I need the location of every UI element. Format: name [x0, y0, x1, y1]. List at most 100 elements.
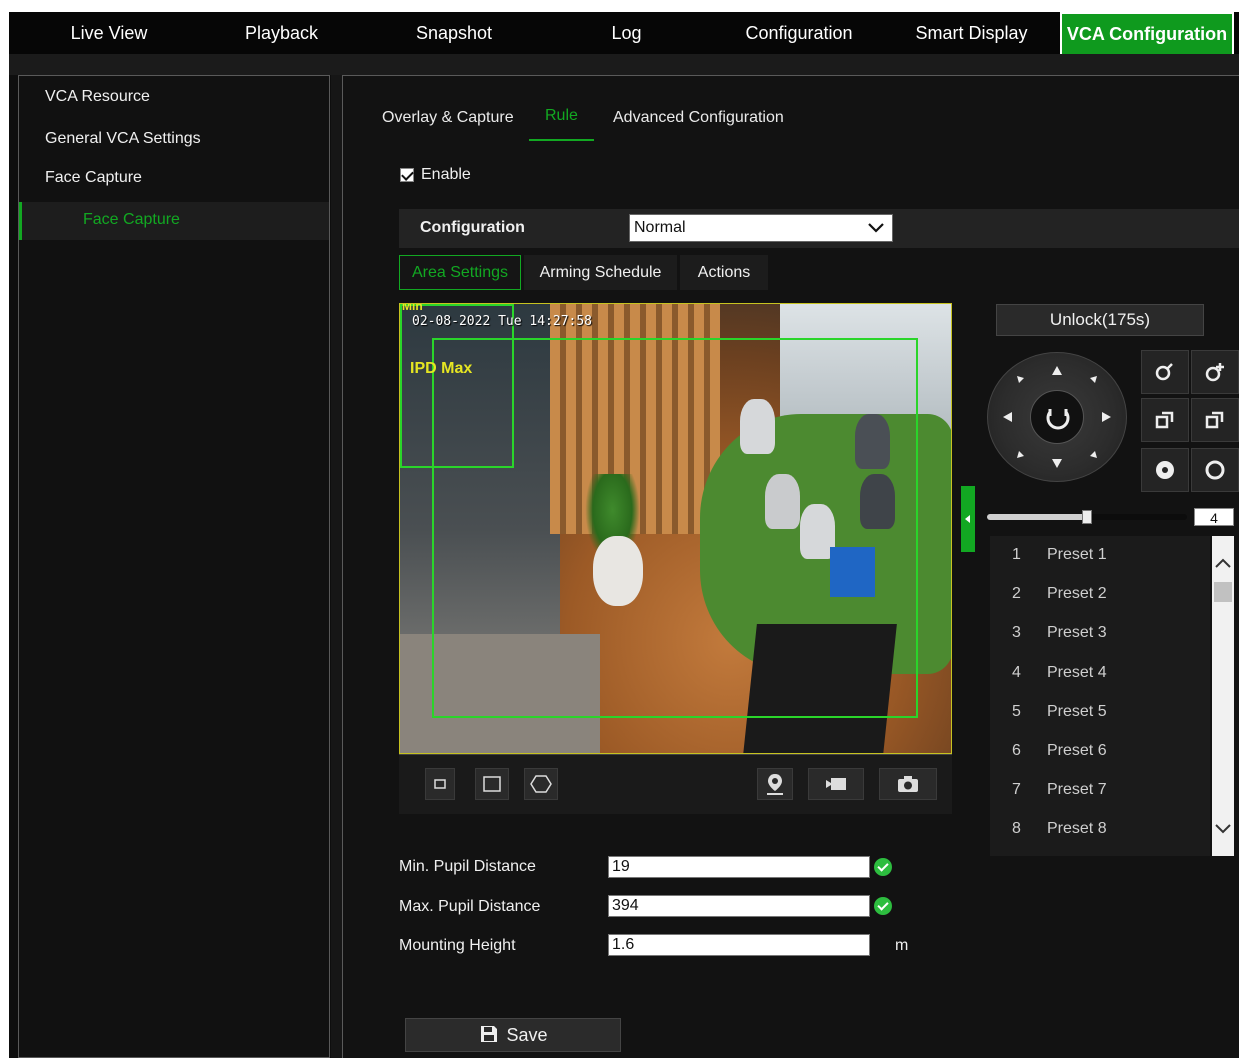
subtab-area-settings[interactable]: Area Settings: [399, 255, 521, 290]
nav-live-view[interactable]: Live View: [9, 12, 209, 54]
enable-label: Enable: [421, 166, 471, 183]
subtab-actions[interactable]: Actions: [680, 255, 768, 290]
enable-checkbox[interactable]: [400, 168, 414, 182]
preset-item[interactable]: 5 Preset 5: [990, 693, 1210, 731]
min-pupil-input[interactable]: 19: [608, 856, 870, 878]
preset-scrollbar-thumb[interactable]: [1214, 582, 1232, 602]
configuration-select-value: Normal: [634, 219, 686, 236]
preset-number: 1: [1012, 546, 1021, 563]
osd-timestamp: 02-08-2022 Tue 14:27:58: [412, 314, 593, 329]
min-pupil-label: Min. Pupil Distance: [399, 858, 536, 875]
rectangle-icon: [483, 776, 501, 792]
preset-name: Preset 5: [1047, 703, 1107, 720]
preset-name: Preset 2: [1047, 585, 1107, 602]
refresh-icon: [1046, 409, 1070, 430]
nav-configuration[interactable]: Configuration: [714, 12, 884, 54]
preset-number: 7: [1012, 781, 1021, 798]
configuration-select[interactable]: Normal: [629, 214, 893, 242]
draw-polygon-button[interactable]: [524, 768, 558, 800]
subtab-bar: Area Settings Arming Schedule Actions: [399, 255, 769, 290]
chevron-up-icon[interactable]: [1212, 552, 1234, 574]
ptz-speed-value: 4: [1194, 508, 1234, 526]
live-video[interactable]: Min IPD Max 02-08-2022 Tue 14:27:58: [399, 303, 952, 754]
sidebar-item-general-vca-settings[interactable]: General VCA Settings: [45, 130, 201, 148]
check-circle-icon: [874, 897, 892, 915]
preset-item[interactable]: 3 Preset 3: [990, 614, 1210, 652]
mounting-height-input[interactable]: 1.6: [608, 934, 870, 956]
focus-far-button[interactable]: [1191, 398, 1239, 442]
video-camera-icon: [826, 778, 846, 790]
preset-number: 2: [1012, 585, 1021, 602]
preset-item[interactable]: 7 Preset 7: [990, 771, 1210, 809]
mounting-height-label: Mounting Height: [399, 937, 516, 954]
sidebar-subitem-face-capture[interactable]: Face Capture: [83, 211, 180, 229]
preset-number: 8: [1012, 820, 1021, 837]
nav-snapshot[interactable]: Snapshot: [369, 12, 539, 54]
active-tab-underline: [529, 139, 594, 141]
iris-open-icon: [1205, 460, 1225, 480]
small-rect-icon: [434, 779, 446, 789]
ptz-speed-slider-thumb[interactable]: [1082, 510, 1092, 524]
tab-rule[interactable]: Rule: [545, 107, 578, 125]
location-pin-icon: [767, 774, 783, 795]
zoom-out-button[interactable]: [1141, 350, 1189, 394]
max-pupil-label: Max. Pupil Distance: [399, 898, 541, 915]
preset-name: Preset 4: [1047, 664, 1107, 681]
preset-number: 3: [1012, 624, 1021, 641]
nav-spacer: [9, 54, 1239, 76]
floppy-disk-icon: [481, 1026, 497, 1042]
focus-near-button[interactable]: [1141, 398, 1189, 442]
record-button[interactable]: [808, 768, 864, 800]
collapse-ptz-handle[interactable]: [961, 486, 975, 552]
preset-name: Preset 7: [1047, 781, 1107, 798]
chevron-down-icon[interactable]: [1212, 818, 1234, 840]
polygon-icon: [530, 775, 552, 793]
unlock-button[interactable]: Unlock(175s): [996, 304, 1204, 336]
iris-close-button[interactable]: [1141, 448, 1189, 492]
tab-overlay-capture[interactable]: Overlay & Capture: [382, 109, 514, 127]
save-button-label: Save: [506, 1025, 548, 1045]
zoom-in-button[interactable]: [1191, 350, 1239, 394]
tab-advanced-configuration[interactable]: Advanced Configuration: [613, 109, 784, 127]
focus-near-icon: [1155, 411, 1174, 429]
nav-smart-display[interactable]: Smart Display: [884, 12, 1059, 54]
iris-open-button[interactable]: [1191, 448, 1239, 492]
preset-name: Preset 8: [1047, 820, 1107, 837]
preset-list: 1 Preset 1 2 Preset 2 3 Preset 3 4 Preset 4 …: [990, 536, 1210, 856]
sidebar-item-face-capture[interactable]: Face Capture: [45, 169, 142, 187]
sidebar-item-vca-resource[interactable]: VCA Resource: [45, 88, 150, 106]
ptz-auto-scan-button[interactable]: [1030, 390, 1084, 444]
mounting-height-unit: m: [895, 937, 909, 954]
max-pupil-input[interactable]: 394: [608, 895, 870, 917]
preset-item[interactable]: 8 Preset 8: [990, 810, 1210, 848]
ptz-speed-slider-fill: [987, 514, 1087, 520]
zoom-out-icon: [1155, 363, 1173, 381]
location-button[interactable]: [757, 768, 793, 800]
check-circle-icon: [874, 858, 892, 876]
iris-close-icon: [1156, 461, 1174, 479]
camera-icon: [898, 776, 918, 792]
draw-rect-button[interactable]: [475, 768, 509, 800]
draw-small-rect-button[interactable]: [425, 768, 455, 800]
preset-item[interactable]: 4 Preset 4: [990, 654, 1210, 692]
nav-log[interactable]: Log: [539, 12, 714, 54]
snapshot-button[interactable]: [879, 768, 937, 800]
preset-number: 6: [1012, 742, 1021, 759]
preset-item[interactable]: 6 Preset 6: [990, 732, 1210, 770]
chevron-down-icon: [868, 223, 884, 233]
ipd-max-label: IPD Max: [410, 360, 473, 377]
subtab-arming-schedule[interactable]: Arming Schedule: [524, 255, 677, 290]
preset-item[interactable]: 1 Preset 1: [990, 536, 1210, 574]
preset-name: Preset 3: [1047, 624, 1107, 641]
nav-playback[interactable]: Playback: [194, 12, 369, 54]
configuration-label: Configuration: [420, 219, 525, 236]
preset-name: Preset 1: [1047, 546, 1107, 563]
preset-number: 5: [1012, 703, 1021, 720]
preset-name: Preset 6: [1047, 742, 1107, 759]
preset-item[interactable]: 2 Preset 2: [990, 575, 1210, 613]
zoom-in-icon: [1205, 363, 1224, 382]
ipd-min-label: Min: [402, 303, 423, 313]
nav-vca-configuration[interactable]: VCA Configuration: [1060, 12, 1234, 54]
ipd-max-box[interactable]: [432, 338, 918, 718]
save-button[interactable]: Save: [405, 1018, 621, 1052]
